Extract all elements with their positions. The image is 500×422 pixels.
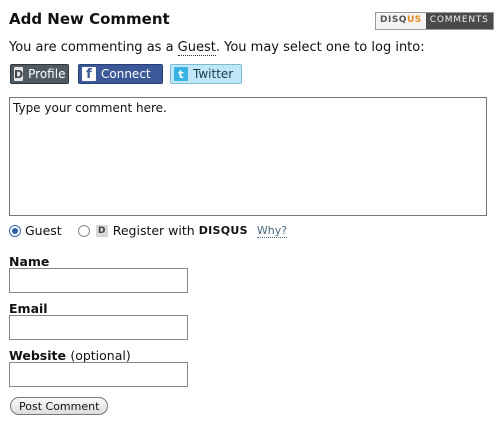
disqus-comments-badge[interactable]: DISQUS COMMENTS: [375, 12, 494, 30]
facebook-icon: f: [82, 67, 96, 82]
twitter-icon: t: [174, 67, 188, 81]
guest-radio[interactable]: [9, 224, 21, 237]
website-field[interactable]: [9, 362, 188, 387]
page-title: Add New Comment: [9, 10, 170, 28]
disqus-logo: DISQUS: [376, 13, 426, 29]
comments-label: COMMENTS: [425, 13, 493, 29]
intro-suffix: . You may select one to log into:: [215, 40, 425, 55]
profile-label: Profile: [28, 67, 66, 81]
guest-link[interactable]: Guest: [177, 40, 216, 56]
twitter-button[interactable]: t Twitter: [170, 64, 242, 84]
website-label-text: Website: [9, 348, 66, 363]
login-intro: You are commenting as a Guest. You may s…: [9, 40, 425, 56]
register-label: Register with: [112, 223, 195, 238]
website-label: Website (optional): [9, 348, 131, 363]
twitter-label: Twitter: [193, 67, 234, 81]
facebook-connect-button[interactable]: f Connect: [78, 64, 163, 84]
why-link[interactable]: Why?: [256, 224, 288, 238]
identity-options: Guest D Register with DISQUS Why?: [9, 223, 288, 238]
comment-textarea[interactable]: Type your comment here.: [9, 97, 487, 216]
post-comment-button[interactable]: Post Comment: [10, 397, 109, 415]
disqus-wordmark: DISQUS: [198, 224, 248, 237]
email-label: Email: [9, 301, 48, 316]
name-field[interactable]: [9, 268, 188, 293]
optional-hint: (optional): [70, 348, 131, 363]
register-radio[interactable]: [77, 224, 90, 237]
disqus-icon: D: [95, 224, 108, 237]
guest-radio-label: Guest: [25, 223, 62, 238]
intro-prefix: You are commenting as a: [9, 40, 178, 55]
connect-label: Connect: [101, 67, 151, 81]
email-field[interactable]: [9, 315, 188, 340]
disqus-profile-button[interactable]: D Profile: [10, 64, 69, 84]
name-label: Name: [9, 254, 50, 269]
disqus-d-icon: D: [14, 67, 24, 81]
